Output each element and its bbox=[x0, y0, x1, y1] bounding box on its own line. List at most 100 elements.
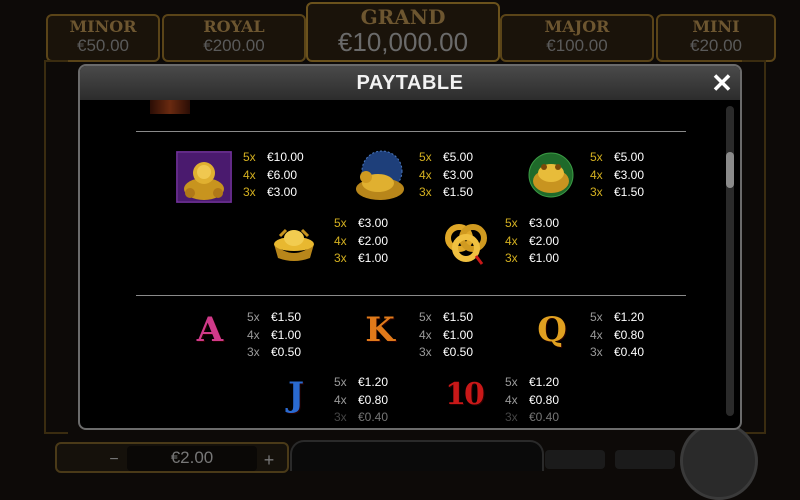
multiplier-label: 5x bbox=[505, 216, 518, 230]
reel-frame-right bbox=[742, 60, 766, 434]
payout-value: €1.00 bbox=[271, 327, 302, 342]
multiplier-label: 4x bbox=[419, 327, 432, 342]
letter-a-icon: A bbox=[196, 310, 224, 350]
payout-value: €0.40 bbox=[529, 410, 560, 424]
letter-j-payouts: 5x €1.20 4x €0.80 3x €0.40 bbox=[334, 374, 388, 426]
multiplier-label: 3x bbox=[505, 410, 518, 424]
multiplier-label: 3x bbox=[243, 185, 256, 199]
payout-value: €0.50 bbox=[443, 345, 474, 359]
payout-value: €3.00 bbox=[267, 185, 298, 199]
spin-button[interactable] bbox=[680, 422, 758, 500]
multiplier-label: 4x bbox=[334, 233, 347, 248]
multiplier-label: 3x bbox=[419, 185, 432, 199]
golden-toad-payouts: 5x €5.00 4x €3.00 3x €1.50 bbox=[590, 149, 644, 202]
jackpot-minor: MINOR €50.00 bbox=[46, 14, 160, 62]
section-divider bbox=[136, 131, 686, 132]
gold-ingot-payouts: 5x €3.00 4x €2.00 3x €1.00 bbox=[334, 215, 388, 268]
multiplier-label: 5x bbox=[419, 150, 432, 164]
jackpot-major-name: MAJOR bbox=[544, 17, 610, 36]
multiplier-label: 4x bbox=[247, 327, 260, 342]
payout-value: €0.80 bbox=[614, 327, 645, 342]
bottom-control-bar: − €2.00 + bbox=[55, 422, 758, 500]
multiplier-label: 4x bbox=[419, 167, 432, 182]
payout-value: €1.00 bbox=[358, 251, 389, 265]
payout-value: €1.50 bbox=[443, 310, 474, 324]
multiplier-label: 3x bbox=[419, 345, 432, 359]
letter-q-icon: Q bbox=[537, 310, 567, 350]
close-button[interactable]: ✕ bbox=[708, 69, 736, 97]
payout-value: €3.00 bbox=[443, 167, 474, 182]
payout-value: €3.00 bbox=[358, 216, 389, 230]
bet-value: €2.00 bbox=[127, 446, 257, 471]
payout-value: €5.00 bbox=[614, 150, 645, 164]
letter-q-payouts: 5x €1.20 4x €0.80 3x €0.40 bbox=[590, 309, 644, 362]
jackpot-minor-name: MINOR bbox=[69, 17, 137, 36]
multiplier-label: 4x bbox=[505, 392, 518, 407]
payout-value: €1.50 bbox=[271, 310, 302, 324]
payout-value: €10.00 bbox=[267, 150, 304, 164]
multiplier-label: 4x bbox=[334, 392, 347, 407]
scrollbar[interactable] bbox=[726, 106, 734, 416]
payout-value: €1.20 bbox=[529, 375, 560, 389]
jackpot-mini-name: MINI bbox=[692, 17, 740, 36]
bet-increase-button[interactable]: + bbox=[260, 451, 278, 469]
lucky-knot-payouts: 5x €3.00 4x €2.00 3x €1.00 bbox=[505, 215, 559, 268]
bet-decrease-button[interactable]: − bbox=[105, 451, 123, 469]
paytable-modal: PAYTABLE ✕ 5x €10.00 4x €6.00 3x €3.00 5… bbox=[78, 64, 742, 430]
payout-value: €1.50 bbox=[443, 185, 474, 199]
jackpot-royal-value: €200.00 bbox=[203, 36, 265, 55]
partial-symbol-icon bbox=[150, 100, 190, 114]
scrollbar-thumb[interactable] bbox=[726, 152, 734, 188]
jackpot-royal: ROYAL €200.00 bbox=[162, 14, 306, 62]
payout-value: €0.50 bbox=[271, 345, 302, 359]
section-divider bbox=[136, 295, 686, 296]
payout-value: €0.80 bbox=[358, 392, 389, 407]
payout-value: €0.40 bbox=[614, 345, 645, 359]
buddha-payouts: 5x €10.00 4x €6.00 3x €3.00 bbox=[243, 149, 304, 202]
number-10-payouts: 5x €1.20 4x €0.80 3x €0.40 bbox=[505, 374, 559, 426]
jackpot-major: MAJOR €100.00 bbox=[500, 14, 654, 62]
lucky-knot-icon bbox=[442, 220, 490, 266]
jackpot-grand-value: €10,000.00 bbox=[337, 27, 469, 57]
payout-value: €0.40 bbox=[358, 410, 389, 424]
multiplier-label: 5x bbox=[243, 150, 256, 164]
multiplier-label: 4x bbox=[243, 167, 256, 182]
payout-value: €1.00 bbox=[443, 327, 474, 342]
multiplier-label: 5x bbox=[247, 310, 260, 324]
payout-value: €6.00 bbox=[267, 167, 298, 182]
letter-a-payouts: 5x €1.50 4x €1.00 3x €0.50 bbox=[247, 309, 301, 362]
bet-selector: − €2.00 + bbox=[55, 442, 289, 473]
payout-value: €3.00 bbox=[614, 167, 645, 182]
multiplier-label: 5x bbox=[590, 150, 603, 164]
golden-dragon-turtle-icon bbox=[352, 149, 408, 203]
autoplay-button[interactable] bbox=[545, 450, 605, 469]
multiplier-label: 5x bbox=[419, 310, 432, 324]
payout-value: €1.20 bbox=[358, 375, 389, 389]
payout-value: €2.00 bbox=[358, 233, 389, 248]
multiplier-label: 4x bbox=[590, 327, 603, 342]
multiplier-label: 5x bbox=[334, 375, 347, 389]
payout-value: €1.00 bbox=[529, 251, 560, 265]
multiplier-label: 3x bbox=[505, 251, 518, 265]
jackpot-bar: MINOR €50.00 ROYAL €200.00 GRAND €10,000… bbox=[0, 0, 800, 64]
gold-ingot-icon bbox=[270, 222, 318, 264]
letter-k-payouts: 5x €1.50 4x €1.00 3x €0.50 bbox=[419, 309, 473, 362]
multiplier-label: 5x bbox=[334, 216, 347, 230]
multiplier-label: 3x bbox=[590, 345, 603, 359]
multiplier-label: 3x bbox=[590, 185, 603, 199]
multiplier-label: 3x bbox=[247, 345, 260, 359]
paytable-content: 5x €10.00 4x €6.00 3x €3.00 5x €5.00 4x €3.00… bbox=[80, 100, 720, 426]
reel-frame-left bbox=[44, 60, 68, 434]
jackpot-major-value: €100.00 bbox=[546, 36, 608, 55]
jackpot-minor-value: €50.00 bbox=[77, 36, 129, 55]
jackpot-mini-value: €20.00 bbox=[690, 36, 742, 55]
payout-value: €3.00 bbox=[529, 216, 560, 230]
jackpot-royal-name: ROYAL bbox=[203, 17, 265, 36]
turbo-button[interactable] bbox=[615, 450, 675, 469]
multiplier-label: 3x bbox=[334, 251, 347, 265]
multiplier-label: 4x bbox=[590, 167, 603, 182]
payout-value: €1.20 bbox=[614, 310, 645, 324]
jackpot-mini: MINI €20.00 bbox=[656, 14, 776, 62]
multiplier-label: 5x bbox=[505, 375, 518, 389]
payout-value: €1.50 bbox=[614, 185, 645, 199]
